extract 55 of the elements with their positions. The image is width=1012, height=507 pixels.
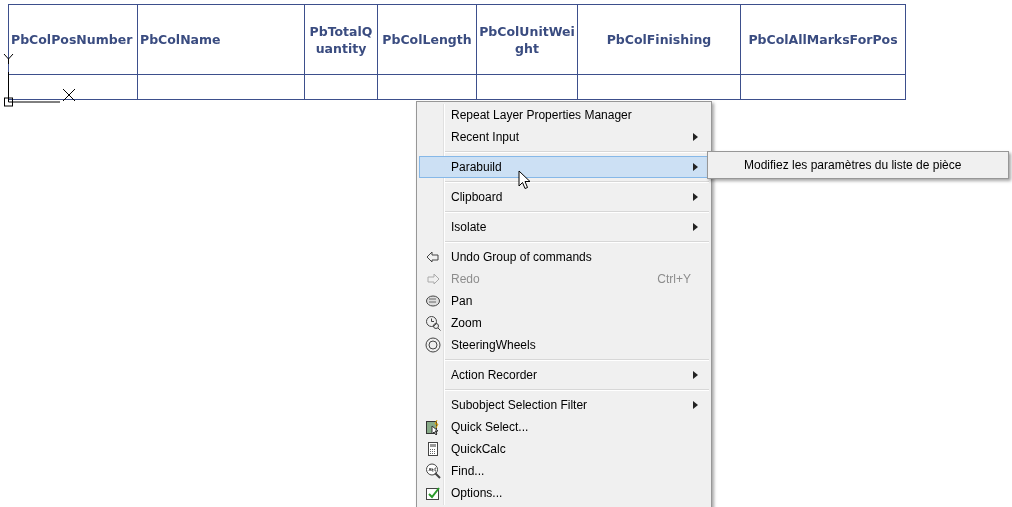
- column-header: PbColLength: [377, 4, 477, 75]
- menu-item-label: QuickCalc: [451, 442, 507, 456]
- menu-item[interactable]: Subobject Selection Filter: [419, 394, 709, 416]
- menu-item-label: Quick Select...: [451, 420, 530, 434]
- column-header: PbColName: [137, 4, 305, 75]
- menu-item-label: Subobject Selection Filter: [451, 398, 589, 412]
- menu-item-label: Isolate: [451, 220, 488, 234]
- submenu-arrow-icon: [693, 401, 698, 409]
- submenu-arrow-icon: [693, 193, 698, 201]
- menu-item-label: Parabuild: [451, 160, 503, 174]
- menu-item-label: Find...: [451, 464, 486, 478]
- column-header: PbColUnitWeight: [476, 4, 578, 75]
- submenu-arrow-icon: [693, 133, 698, 141]
- submenu-arrow-icon: [693, 223, 698, 231]
- quick-select-icon: [425, 419, 441, 435]
- zoom-icon: [425, 315, 441, 331]
- steering-wheel-icon: [425, 337, 441, 353]
- menu-item[interactable]: Clipboard: [419, 186, 709, 208]
- checkbox-icon: [425, 485, 441, 501]
- column-header: PbTotalQuantity: [304, 4, 378, 75]
- menu-item[interactable]: Repeat Layer Properties Manager: [419, 104, 709, 126]
- menu-item-label: Action Recorder: [451, 368, 539, 382]
- menu-item-label: Pan: [451, 294, 474, 308]
- menu-item[interactable]: Recent Input: [419, 126, 709, 148]
- submenu-arrow-icon: [693, 163, 698, 171]
- menu-item-label: Redo: [451, 272, 481, 286]
- menu-item[interactable]: Pan: [419, 290, 709, 312]
- redo-icon: [425, 271, 441, 287]
- menu-item[interactable]: QuickCalc: [419, 438, 709, 460]
- column-header: PbColFinishing: [577, 4, 741, 75]
- submenu-arrow-icon: [693, 371, 698, 379]
- undo-icon: [425, 249, 441, 265]
- menu-item-label: Undo Group of commands: [451, 250, 593, 264]
- menu-item[interactable]: Quick Select...: [419, 416, 709, 438]
- menu-item[interactable]: Zoom: [419, 312, 709, 334]
- column-header: PbColAllMarksForPos: [740, 4, 906, 75]
- menu-item[interactable]: Options...: [419, 482, 709, 504]
- menu-item[interactable]: Action Recorder: [419, 364, 709, 386]
- menu-item-label: Recent Input: [451, 130, 521, 144]
- column-header: PbColPosNumber: [8, 4, 138, 75]
- menu-item[interactable]: Undo Group of commands: [419, 246, 709, 268]
- shortcut-label: Ctrl+Y: [657, 272, 691, 286]
- menu-item[interactable]: Find...: [419, 460, 709, 482]
- menu-item[interactable]: Isolate: [419, 216, 709, 238]
- menu-item-label: Repeat Layer Properties Manager: [451, 108, 633, 122]
- calculator-icon: [425, 441, 441, 457]
- menu-item[interactable]: Parabuild: [419, 156, 709, 178]
- menu-item-label: Modifiez les paramètres du liste de pièce: [744, 158, 963, 172]
- find-icon: [425, 463, 441, 479]
- menu-item-label: Zoom: [451, 316, 483, 330]
- menu-item[interactable]: Modifiez les paramètres du liste de pièce: [710, 154, 1006, 176]
- menu-item-label: Clipboard: [451, 190, 504, 204]
- menu-item[interactable]: SteeringWheels: [419, 334, 709, 356]
- menu-item-label: Options...: [451, 486, 504, 500]
- menu-item-label: SteeringWheels: [451, 338, 537, 352]
